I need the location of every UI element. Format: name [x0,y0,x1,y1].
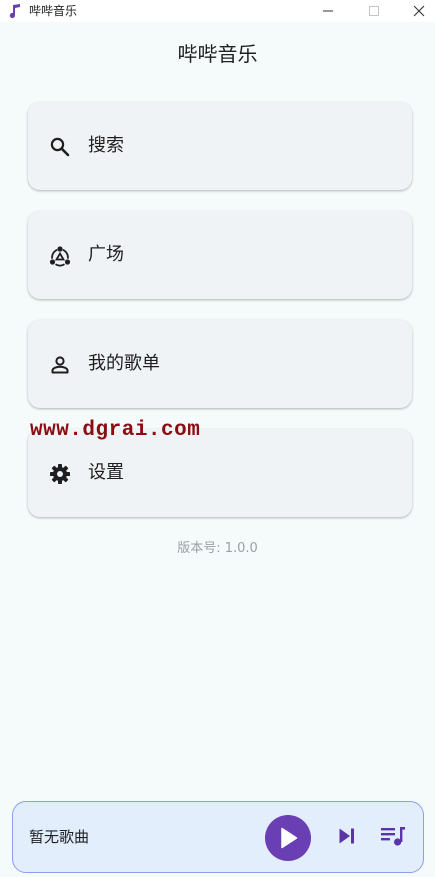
search-icon [50,137,70,157]
menu-item-square[interactable]: 广场 [28,211,412,299]
player-bar[interactable]: 暂无歌曲 [12,801,424,873]
queue-music-icon[interactable] [380,824,406,848]
close-icon [413,5,425,17]
window-title: 哔哔音乐 [29,4,78,18]
minimize-icon [323,10,333,12]
play-icon [281,827,298,849]
menu-item-square-label: 广场 [88,244,124,265]
now-playing-title: 暂无歌曲 [29,828,90,846]
person-icon [51,356,69,374]
skip-next-icon[interactable] [335,824,359,848]
gear-icon [50,464,70,484]
version-label: 版本号: 1.0.0 [177,541,258,556]
music-note-icon [9,4,20,19]
menu-item-search[interactable]: 搜索 [28,102,412,190]
close-button[interactable] [397,0,435,22]
watermark-text: www.dgrai.com [30,419,201,442]
play-button[interactable] [265,815,311,861]
menu-item-search-label: 搜索 [88,135,124,156]
maximize-button[interactable] [351,0,397,22]
menu-item-my-playlist[interactable]: 我的歌单 [28,320,412,408]
window-titlebar: 哔哔音乐 [0,0,435,22]
menu-item-my-playlist-label: 我的歌单 [88,353,160,374]
minimize-button[interactable] [305,0,351,22]
maximize-icon [369,6,379,16]
page-title: 哔哔音乐 [177,42,258,66]
square-icon [49,246,71,267]
menu-item-settings-label: 设置 [88,462,124,483]
